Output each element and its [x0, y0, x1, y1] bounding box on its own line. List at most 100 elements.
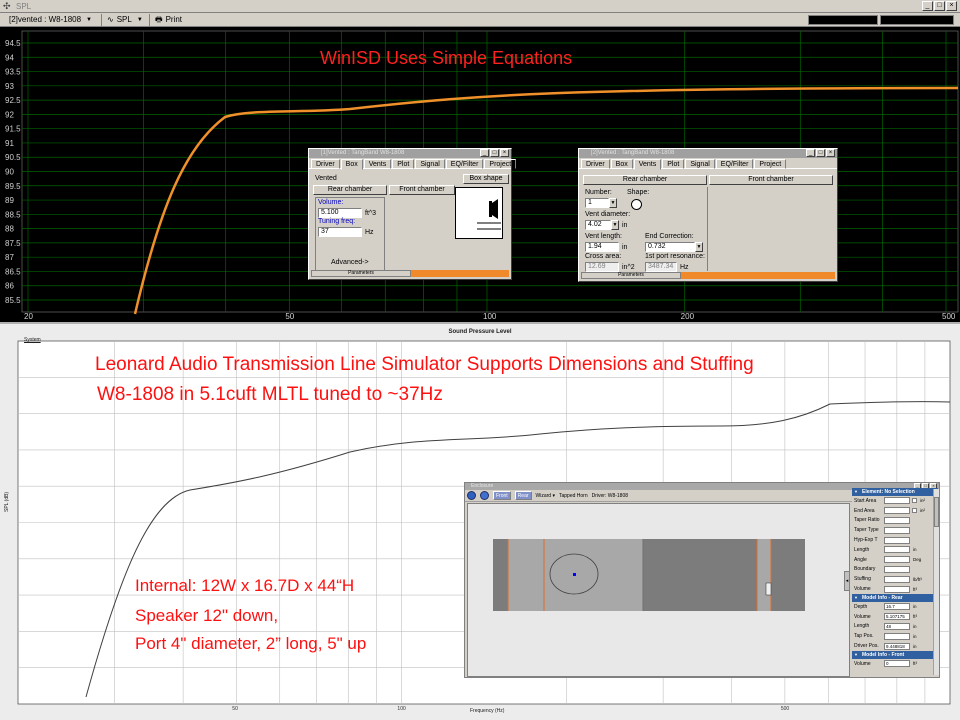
tapped-horn-button[interactable]: Tapped Horn [559, 493, 588, 499]
front-chamber-button[interactable]: Front chamber [709, 175, 833, 185]
progress-fill [411, 270, 509, 277]
property-input[interactable]: 16.7 [884, 603, 910, 611]
property-input[interactable]: 5.107175 [884, 613, 910, 621]
close-button[interactable]: × [500, 149, 509, 157]
maximize-button[interactable]: □ [934, 1, 945, 11]
property-input[interactable] [884, 516, 910, 524]
property-input[interactable] [884, 546, 910, 554]
box-shape-button[interactable]: Box shape [463, 174, 509, 184]
chevron-down-icon[interactable]: ▼ [609, 198, 617, 208]
end-correction-input[interactable]: 0.732 [645, 242, 695, 252]
tab-plot[interactable]: Plot [662, 159, 685, 169]
box-dialog-titlebar: [1]Vented : TangBand W8-1808 _ □ × [309, 149, 511, 158]
front-chamber-button[interactable]: Front chamber [389, 185, 455, 195]
model-rear-header[interactable]: Model Info - Rear [852, 593, 938, 602]
element-row: Angle Deg [852, 555, 938, 565]
property-input[interactable] [884, 565, 910, 573]
minimize-button[interactable]: _ [922, 1, 933, 11]
tab-driver[interactable]: Driver [311, 159, 340, 169]
property-label: Driver Pos. [854, 643, 879, 650]
tab-project[interactable]: Project [484, 159, 517, 169]
front-button[interactable]: Front [493, 491, 511, 500]
property-input[interactable] [884, 526, 910, 534]
project-combo[interactable]: [2]vented : W8-1808 ▼ [6, 14, 102, 26]
chart-title: Sound Pressure Level [448, 329, 512, 335]
tab-signal[interactable]: Signal [415, 159, 445, 169]
y-tick-label: 94 [5, 53, 14, 62]
round-port-shape-icon[interactable] [631, 199, 642, 210]
volume-input[interactable]: 5.100 [318, 208, 362, 218]
property-input[interactable] [884, 536, 910, 544]
tab-eq-filter[interactable]: EQ/Filter [445, 159, 484, 169]
tab-vents[interactable]: Vents [633, 159, 662, 170]
property-input[interactable] [884, 632, 910, 640]
property-unit: in² [920, 508, 926, 514]
property-checkbox[interactable] [912, 498, 917, 504]
element-header[interactable]: Element: No Selection [852, 488, 938, 496]
y-axis-label: SPL (dB) [4, 491, 10, 512]
system-menu-icon[interactable]: ✣ [3, 1, 13, 11]
property-label: Volume [854, 660, 871, 667]
tuning-input[interactable]: 37 [318, 227, 362, 237]
tab-vents[interactable]: Vents [363, 159, 392, 169]
enclosure-drawing[interactable] [468, 504, 851, 678]
chevron-down-icon[interactable]: ▼ [695, 242, 703, 252]
tab-signal[interactable]: Signal [685, 159, 715, 169]
enclosure-canvas[interactable] [467, 503, 850, 677]
property-unit: in [913, 643, 917, 649]
add-element-icon[interactable] [467, 491, 476, 500]
number-input[interactable]: 1 [585, 198, 609, 208]
wizard-menu[interactable]: Wizard ▾ [536, 493, 555, 499]
tab-plot[interactable]: Plot [392, 159, 415, 169]
property-input[interactable] [884, 556, 910, 564]
select-tool-icon[interactable] [480, 491, 489, 500]
model-rear-row: Volume 5.107175 ft³ [852, 612, 938, 622]
rear-chamber-button[interactable]: Rear chamber [583, 175, 707, 185]
property-input[interactable] [884, 575, 910, 583]
minimize-button[interactable]: _ [806, 149, 815, 157]
vent-diameter-input[interactable]: 4.02 [585, 220, 611, 230]
property-unit: in [913, 633, 917, 639]
property-input[interactable]: 0 [884, 660, 910, 668]
property-input[interactable] [884, 497, 910, 505]
chevron-down-icon[interactable]: ▼ [611, 220, 619, 230]
property-input[interactable] [884, 585, 910, 593]
maximize-button[interactable]: □ [490, 149, 499, 157]
model-front-header[interactable]: Model Info - Front [852, 650, 938, 659]
element-row: End Area in² [852, 506, 938, 516]
property-input[interactable]: 48 [884, 622, 910, 630]
port-marker[interactable] [765, 582, 772, 596]
window-controls: _ □ × [922, 1, 957, 11]
tab-box[interactable]: Box [340, 159, 363, 170]
graph-type-combo[interactable]: ∿ SPL ▼ [104, 14, 150, 26]
scrollbar-thumb[interactable] [934, 497, 939, 527]
advanced-button[interactable]: Advanced-> [331, 259, 369, 266]
close-button[interactable]: × [826, 149, 835, 157]
tab-project[interactable]: Project [754, 159, 787, 169]
x-tick-label: 100 [483, 312, 497, 321]
tab-driver[interactable]: Driver [581, 159, 610, 169]
property-input[interactable] [884, 507, 910, 515]
y-tick-label: 87 [5, 253, 14, 262]
rear-button[interactable]: Rear [514, 491, 532, 500]
print-button[interactable]: 🖶 Print [152, 14, 188, 26]
close-button[interactable]: × [946, 1, 957, 11]
port-section [757, 539, 771, 611]
y-tick-label: 89.5 [5, 182, 21, 191]
minimize-button[interactable]: _ [480, 149, 489, 157]
properties-scrollbar[interactable] [933, 489, 939, 675]
vent-length-input[interactable]: 1.94 [585, 242, 619, 252]
tab-box[interactable]: Box [610, 159, 633, 169]
properties-panel: Element: No SelectionStart Areain²End Ar… [852, 488, 938, 676]
property-checkbox[interactable] [912, 508, 917, 514]
property-unit: ft³ [913, 586, 917, 592]
maximize-button[interactable]: □ [816, 149, 825, 157]
rear-chamber-button[interactable]: Rear chamber [313, 185, 387, 195]
property-unit: Deg [913, 557, 922, 563]
spec-line-3: Port 4" diameter, 2” long, 5" up [135, 634, 367, 653]
property-input[interactable]: 9.448818 [884, 642, 910, 650]
box-type-label: Vented [315, 175, 337, 182]
panel-collapse-arrow-icon[interactable]: ◂ [844, 571, 850, 591]
tab-eq-filter[interactable]: EQ/Filter [715, 159, 754, 169]
property-unit: lb/ft³ [913, 576, 922, 582]
